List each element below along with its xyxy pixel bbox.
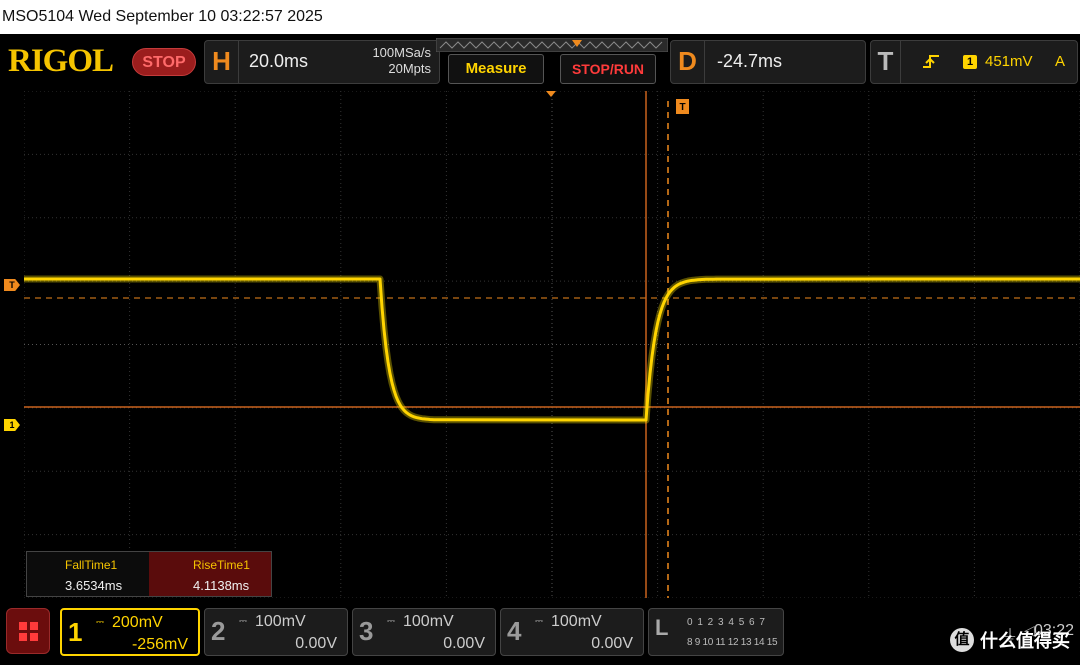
memory-depth: 20Mpts [388,61,431,76]
channel-2-scale: 100mV [255,613,306,630]
channel-2-number: 2 [211,616,226,646]
channel-1-offset: -256mV [131,636,188,653]
channel-1-scale: 200mV [112,614,163,631]
delay-letter: D [671,41,705,83]
dc-coupling-icon: ⎓ [387,616,395,627]
trigger-time-marker-label: T [679,102,685,113]
rise-time-label: RiseTime1 [193,558,250,572]
rise-time-value: 4.1138ms [193,578,250,593]
channel-4-offset: 0.00V [591,635,633,652]
watermark-logo: 值 [950,628,974,652]
logic-letter: L [655,615,669,640]
channel-4-number: 4 [507,616,522,646]
measure-button[interactable]: Measure [448,54,544,84]
channel-3-number: 3 [359,616,374,646]
trigger-source-badge: 1 [963,55,977,69]
trigger-panel[interactable]: T 1 451mV A [870,40,1078,84]
channel-2-panel[interactable]: 2 ⎓ 100mV 0.00V [204,608,348,656]
trigger-mode: A [1055,53,1066,70]
dc-coupling-icon: ⎓ [239,616,247,627]
watermark-text: 什么值得买 [980,631,1070,651]
run-state-badge[interactable]: STOP [132,48,196,76]
dc-coupling-icon: ⎓ [535,616,543,627]
waveform-display[interactable]: T [24,91,1080,598]
grid-menu-icon [19,622,38,641]
bottom-channel-bar: 1 ⎓ 200mV -256mV 2 ⎓ 100mV 0.00V 3 ⎓ 100… [0,600,1080,665]
logic-channels-row-1: 0 1 2 3 4 5 6 7 [687,617,766,628]
trigger-letter: T [871,41,901,83]
title-strip: MSO5104 Wed September 10 03:22:57 2025 [0,0,1080,34]
trigger-level-marker[interactable]: T [4,279,20,291]
top-status-bar: RIGOL STOP H 20.0ms 100MSa/s 20Mpts Meas… [0,34,1080,90]
logic-analyzer-panel[interactable]: L 0 1 2 3 4 5 6 7 8 9 10 11 12 13 14 15 [648,608,784,656]
trigger-time-marker: T [676,99,689,114]
channel-3-offset: 0.00V [443,635,485,652]
horizontal-panel[interactable]: H 20.0ms 100MSa/s 20Mpts [204,40,440,84]
channel-3-scale: 100mV [403,613,454,630]
trigger-level: 451mV [985,53,1033,70]
channel-1-number: 1 [68,617,83,647]
rise-time-cell[interactable]: RiseTime1 4.1138ms [149,552,271,596]
horizontal-scale: 20.0ms [249,51,309,71]
measurement-results: FallTime1 3.6534ms RiseTime1 4.1138ms [26,551,272,597]
fall-time-cell[interactable]: FallTime1 3.6534ms [27,552,149,596]
stop-run-button[interactable]: STOP/RUN [560,54,656,84]
main-menu-button[interactable] [6,608,50,654]
channel-4-scale: 100mV [551,613,602,630]
delay-panel[interactable]: D -24.7ms [670,40,866,84]
channel-4-panel[interactable]: 4 ⎓ 100mV 0.00V [500,608,644,656]
delay-value: -24.7ms [717,51,783,71]
rigol-logo: RIGOL [8,43,114,79]
channel-3-panel[interactable]: 3 ⎓ 100mV 0.00V [352,608,496,656]
fall-time-label: FallTime1 [65,558,118,572]
trigger-position-bar[interactable] [436,38,668,52]
sample-rate: 100MSa/s [372,45,431,60]
channel-2-offset: 0.00V [295,635,337,652]
ch1-ground-marker[interactable]: 1 [4,419,20,431]
horizontal-letter: H [205,41,239,83]
waveform-canvas: T [24,91,1080,598]
rising-edge-icon [921,53,943,76]
dc-coupling-icon: ⎓ [96,617,104,628]
fall-time-value: 3.6534ms [65,578,123,593]
logic-channels-row-2: 8 9 10 11 12 13 14 15 [687,637,778,648]
channel-1-panel[interactable]: 1 ⎓ 200mV -256mV [60,608,200,656]
